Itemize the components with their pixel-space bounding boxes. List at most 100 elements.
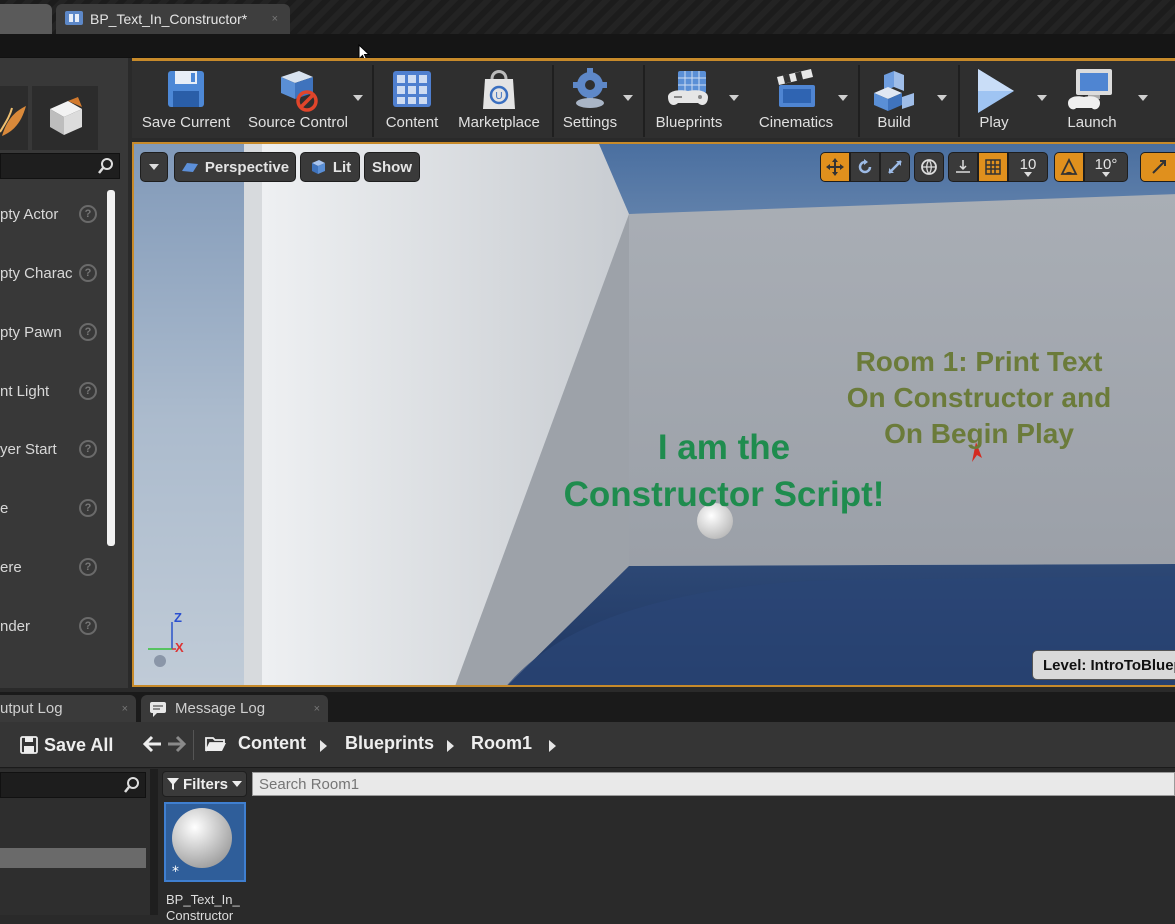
- settings-label: Settings: [562, 114, 618, 131]
- axis-x-label: X: [175, 640, 184, 655]
- rotate-mode-button[interactable]: [850, 152, 880, 182]
- panel-splitter[interactable]: [150, 769, 158, 915]
- content-button[interactable]: Content: [378, 65, 446, 137]
- shopping-bag-icon: U: [483, 70, 515, 109]
- folder-open-icon: [205, 737, 226, 752]
- play-dropdown-arrow[interactable]: [1037, 95, 1047, 101]
- modes-scrollbar[interactable]: [107, 190, 115, 546]
- rotation-snap-toggle[interactable]: [1054, 152, 1084, 182]
- close-tab-icon[interactable]: ×: [272, 13, 278, 25]
- build-button[interactable]: Build: [864, 65, 924, 137]
- show-flags-button[interactable]: Show: [364, 152, 420, 182]
- breadcrumb-arrow-icon[interactable]: [447, 740, 454, 752]
- place-item-label: pty Pawn: [0, 323, 62, 341]
- level-editor-toolbar: Save Current Source Control Content U Ma…: [132, 58, 1175, 138]
- settings-button[interactable]: Settings: [558, 65, 622, 137]
- place-item[interactable]: ere?: [0, 541, 105, 593]
- message-log-label: Message Log: [175, 700, 266, 717]
- place-item[interactable]: yer Start?: [0, 423, 105, 475]
- close-tab-icon[interactable]: ×: [122, 703, 128, 715]
- asset-thumbnail-bp-text-in-constructor[interactable]: *: [164, 802, 246, 882]
- cinematics-button[interactable]: Cinematics: [748, 65, 844, 137]
- grid-snap-value-dropdown[interactable]: 10: [1008, 152, 1048, 182]
- viewport-options-dropdown[interactable]: [140, 152, 168, 182]
- help-icon[interactable]: ?: [79, 382, 97, 400]
- grid-snap-toggle[interactable]: [978, 152, 1008, 182]
- grid-icon: [393, 71, 431, 107]
- blueprints-dropdown-arrow[interactable]: [729, 95, 739, 101]
- axis-z-label: Z: [174, 610, 182, 625]
- save-all-button[interactable]: Save All: [20, 731, 113, 759]
- help-icon[interactable]: ?: [79, 558, 97, 576]
- constructor-script-text: I am the Constructor Script!: [524, 424, 924, 518]
- marketplace-button[interactable]: U Marketplace: [454, 65, 544, 137]
- marketplace-label: Marketplace: [458, 114, 540, 131]
- modes-search-input[interactable]: [0, 153, 120, 179]
- help-icon[interactable]: ?: [79, 499, 97, 517]
- build-dropdown-arrow[interactable]: [937, 95, 947, 101]
- tab-message-log[interactable]: Message Log ×: [141, 695, 328, 722]
- asset-search-input[interactable]: [252, 772, 1175, 796]
- help-icon[interactable]: ?: [79, 205, 97, 223]
- filters-button[interactable]: Filters: [162, 771, 247, 797]
- selected-folder-row[interactable]: [0, 848, 146, 868]
- breadcrumb-room1[interactable]: Room1: [471, 733, 532, 754]
- rotation-snap-value: 10°: [1094, 155, 1118, 173]
- world-local-toggle[interactable]: [914, 152, 944, 182]
- source-control-dropdown-arrow[interactable]: [353, 95, 363, 101]
- sphere-thumbnail-icon: *: [166, 804, 244, 880]
- place-item[interactable]: pty Pawn?: [0, 306, 105, 358]
- blueprints-button[interactable]: Blueprints: [648, 65, 730, 137]
- rotation-snap-value-dropdown[interactable]: 10°: [1084, 152, 1128, 182]
- close-tab-icon[interactable]: ×: [314, 703, 320, 715]
- grid-snap-icon: [985, 159, 1001, 175]
- svg-text:U: U: [495, 91, 502, 102]
- toolbar-separator: [372, 65, 374, 137]
- translate-mode-button[interactable]: [820, 152, 850, 182]
- level-viewport[interactable]: Z X Perspective Lit Show 10 10° Room 1: …: [132, 142, 1175, 687]
- constructor-text-line: I am the: [657, 428, 791, 467]
- tab-bp-text-in-constructor[interactable]: BP_Text_In_Constructor* ×: [56, 4, 290, 34]
- scale-snap-icon: [1151, 160, 1166, 174]
- surface-snap-icon: [956, 160, 970, 173]
- place-item[interactable]: e?: [0, 482, 105, 534]
- help-icon[interactable]: ?: [79, 323, 97, 341]
- source-control-button[interactable]: Source Control: [242, 65, 354, 137]
- forward-arrow-icon[interactable]: [166, 735, 186, 753]
- help-icon[interactable]: ?: [79, 617, 97, 635]
- scale-snap-toggle[interactable]: [1140, 152, 1175, 182]
- cinematics-dropdown-arrow[interactable]: [838, 95, 848, 101]
- place-item-label: nder: [0, 617, 31, 635]
- breadcrumb-blueprints[interactable]: Blueprints: [345, 733, 434, 754]
- breadcrumb-arrow-icon[interactable]: [549, 740, 556, 752]
- mode-tab-foliage[interactable]: [0, 86, 28, 150]
- breadcrumb-arrow-icon[interactable]: [320, 740, 327, 752]
- surface-snap-button[interactable]: [948, 152, 978, 182]
- lit-mode-button[interactable]: Lit: [300, 152, 360, 182]
- scale-mode-button[interactable]: [880, 152, 910, 182]
- settings-dropdown-arrow[interactable]: [623, 95, 633, 101]
- blueprint-icon: [64, 9, 84, 30]
- previous-document-tab[interactable]: [0, 4, 52, 34]
- place-item[interactable]: nt Light?: [0, 365, 105, 417]
- mode-tab-place[interactable]: [32, 86, 98, 150]
- place-item[interactable]: pty Charac?: [0, 247, 105, 299]
- help-icon[interactable]: ?: [79, 264, 97, 282]
- sources-search-input[interactable]: [0, 772, 146, 798]
- back-arrow-icon[interactable]: [143, 735, 163, 753]
- place-item[interactable]: nder?: [0, 600, 105, 652]
- help-icon[interactable]: ?: [79, 440, 97, 458]
- launch-dropdown-arrow[interactable]: [1138, 95, 1148, 101]
- cinematics-label: Cinematics: [758, 114, 834, 131]
- save-current-button[interactable]: Save Current: [138, 65, 234, 137]
- tab-output-log[interactable]: utput Log ×: [0, 695, 136, 722]
- chevron-down-icon: [1102, 171, 1110, 177]
- place-item[interactable]: pty Actor?: [0, 188, 105, 240]
- place-item-label: e: [0, 499, 9, 517]
- asset-label-line: BP_Text_In_: [166, 892, 240, 907]
- launch-button[interactable]: Launch: [1058, 65, 1126, 137]
- play-button[interactable]: Play: [964, 65, 1024, 137]
- globe-icon: [921, 159, 937, 175]
- breadcrumb-content[interactable]: Content: [238, 733, 306, 754]
- perspective-mode-button[interactable]: Perspective: [174, 152, 296, 182]
